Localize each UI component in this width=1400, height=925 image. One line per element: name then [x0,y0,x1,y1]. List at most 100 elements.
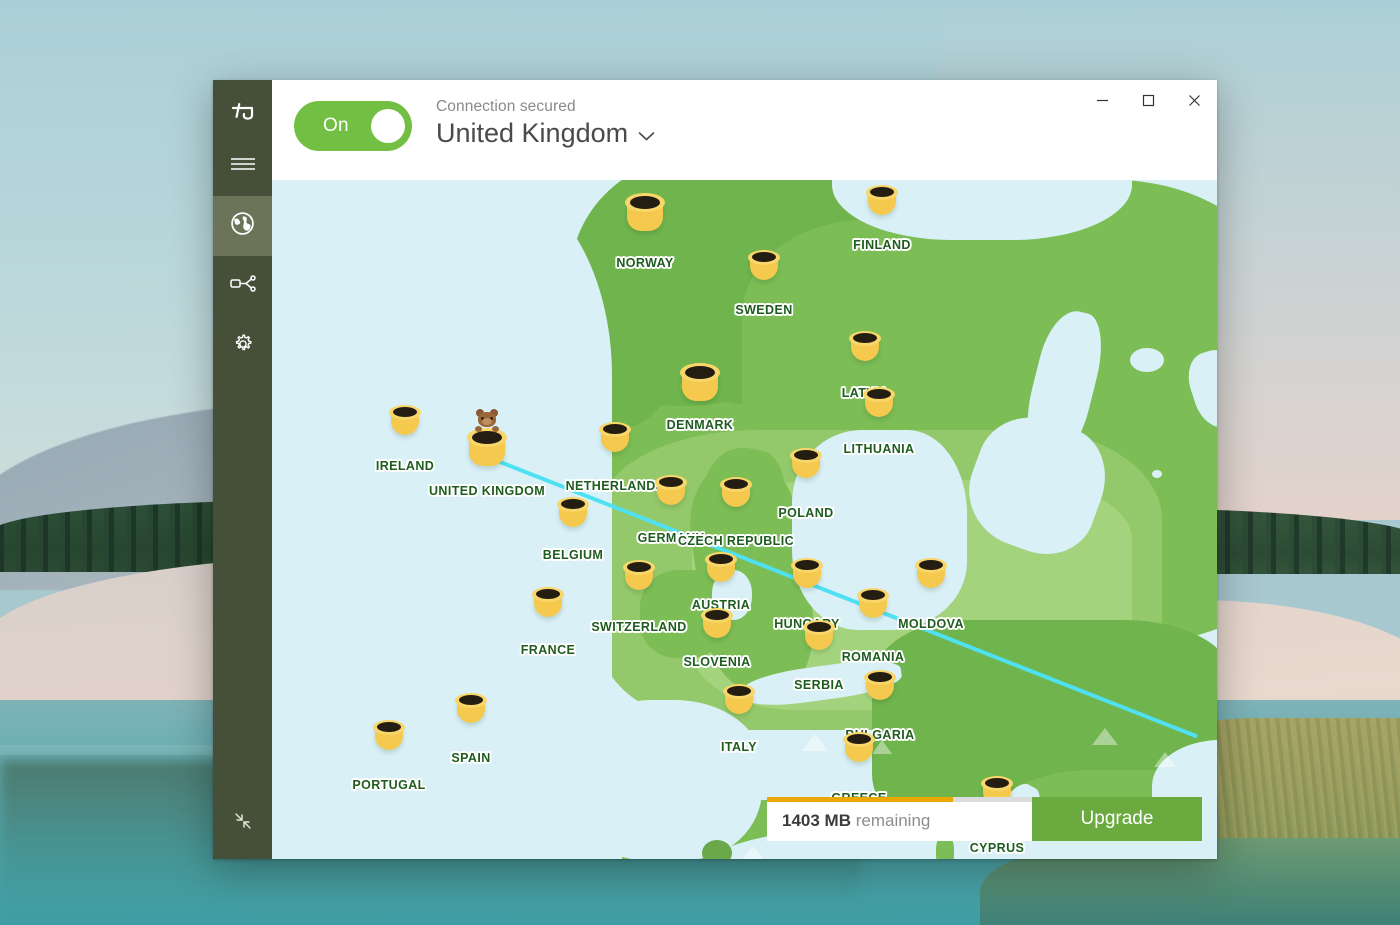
data-usage-bar: 1403 MB remaining Upgrade [767,797,1202,841]
hamburger-icon [230,156,256,177]
server-tunnel[interactable] [791,556,823,592]
sidebar-item-split-tunnel[interactable] [213,256,272,316]
server-tunnel[interactable] [863,385,895,421]
tunnel-hole [659,477,683,487]
country-label[interactable]: ITALY [721,740,757,754]
mountain-icon-carpathian-1 [1092,728,1118,745]
tunnel-hole [847,734,871,744]
country-label[interactable]: FRANCE [521,643,575,657]
server-tunnel[interactable] [843,730,875,766]
server-tunnel[interactable] [599,420,631,456]
country-label[interactable]: POLAND [778,506,833,520]
minimize-icon [1096,99,1108,101]
tunnel-hole [853,333,877,343]
tunnel-hole [603,424,627,434]
data-remaining-amount: 1403 MB [782,811,851,830]
tunnel-hole [870,187,894,197]
server-tunnel[interactable] [655,473,687,509]
connection-block: Connection secured United Kingdom [436,98,655,149]
tunnel-hole [807,622,831,632]
split-tunnel-icon [229,274,256,299]
maximize-icon [1142,94,1154,106]
server-tunnel[interactable] [705,550,737,586]
server-tunnel[interactable] [680,361,720,405]
minimize-button[interactable] [1079,80,1125,120]
country-label[interactable]: CYPRUS [970,841,1025,855]
tunnel-hole [685,366,715,379]
mountain-icon-alps-2 [872,740,892,754]
country-name: United Kingdom [436,118,629,148]
world-map[interactable]: NORWAYFINLANDSWEDENLATVIADENMARKLITHUANI… [272,180,1217,859]
data-meter: 1403 MB remaining [767,797,1032,841]
tunnel-hole [919,560,943,570]
tunnel-hole [752,252,776,262]
country-label[interactable]: SWEDEN [735,303,792,317]
server-tunnel[interactable] [790,446,822,482]
tunnel-hole [727,686,751,696]
server-tunnel[interactable] [625,191,665,235]
country-label[interactable]: NORWAY [616,256,673,270]
server-tunnel[interactable] [866,183,898,219]
chevron-down-icon [638,118,655,149]
sidebar-item-settings[interactable] [213,316,272,376]
tunnelbear-logo [213,88,272,136]
server-tunnel[interactable] [864,668,896,704]
sidebar-item-map[interactable] [213,196,272,256]
server-tunnel[interactable] [849,329,881,365]
country-label[interactable]: FINLAND [853,238,911,252]
tunnel-hole [985,778,1009,788]
country-label[interactable]: DENMARK [667,418,734,432]
server-tunnel[interactable] [389,403,421,439]
server-tunnel[interactable] [455,691,487,727]
country-label[interactable]: PORTUGAL [352,778,425,792]
server-tunnel[interactable] [748,248,780,284]
country-label[interactable]: ROMANIA [842,650,905,664]
country-label[interactable]: MOLDOVA [898,617,964,631]
close-button[interactable] [1171,80,1217,120]
server-tunnel[interactable] [915,556,947,592]
country-label[interactable]: IRELAND [376,459,434,473]
server-tunnel[interactable] [373,718,405,754]
data-remaining-text: 1403 MB remaining [767,811,930,831]
upgrade-button[interactable]: Upgrade [1032,797,1202,841]
country-label[interactable]: SLOVENIA [683,655,750,669]
country-label[interactable]: SWITZERLAND [591,620,686,634]
tunnel-hole [393,407,417,417]
country-label[interactable]: UNITED KINGDOM [429,484,545,498]
country-label[interactable]: BELGIUM [543,548,603,562]
tunnel-hole [709,554,733,564]
data-remaining-suffix: remaining [850,811,931,830]
country-label[interactable]: LITHUANIA [844,442,915,456]
data-meter-fill [767,797,953,802]
tunnel-hole [724,479,748,489]
tunnel-hole [705,610,729,620]
server-tunnel[interactable] [623,558,655,594]
server-tunnel[interactable] [701,606,733,642]
tunnel-hole [861,590,885,600]
maximize-button[interactable] [1125,80,1171,120]
titlebar: On Connection secured United Kingdom [272,80,1217,180]
sidebar-item-menu[interactable] [213,136,272,196]
tree-icon-iberia [702,840,732,859]
country-label[interactable]: NETHERLANDS [566,479,665,493]
tunnelbear-window: On Connection secured United Kingdom NOR… [213,80,1217,859]
country-selector[interactable]: United Kingdom [436,118,655,149]
close-icon [1188,94,1200,106]
mountain-icon-carpathian-2 [1154,752,1176,767]
country-label[interactable]: SPAIN [451,751,490,765]
server-tunnel[interactable] [532,585,564,621]
connection-status: Connection secured [436,98,576,115]
server-tunnel[interactable] [720,475,752,511]
vpn-toggle-label: On [323,115,349,136]
vpn-toggle[interactable]: On [294,101,412,151]
server-tunnel[interactable] [857,586,889,622]
server-tunnel[interactable] [723,682,755,718]
server-tunnel[interactable] [803,618,835,654]
sidebar-collapse-button[interactable] [213,801,272,845]
server-tunnel[interactable] [467,409,507,470]
country-label[interactable]: SERBIA [794,678,844,692]
mountain-icon-alps-1 [802,734,828,751]
tunnel-hole [868,672,892,682]
server-tunnel[interactable] [557,495,589,531]
country-label[interactable]: CZECH REPUBLIC [678,534,794,548]
